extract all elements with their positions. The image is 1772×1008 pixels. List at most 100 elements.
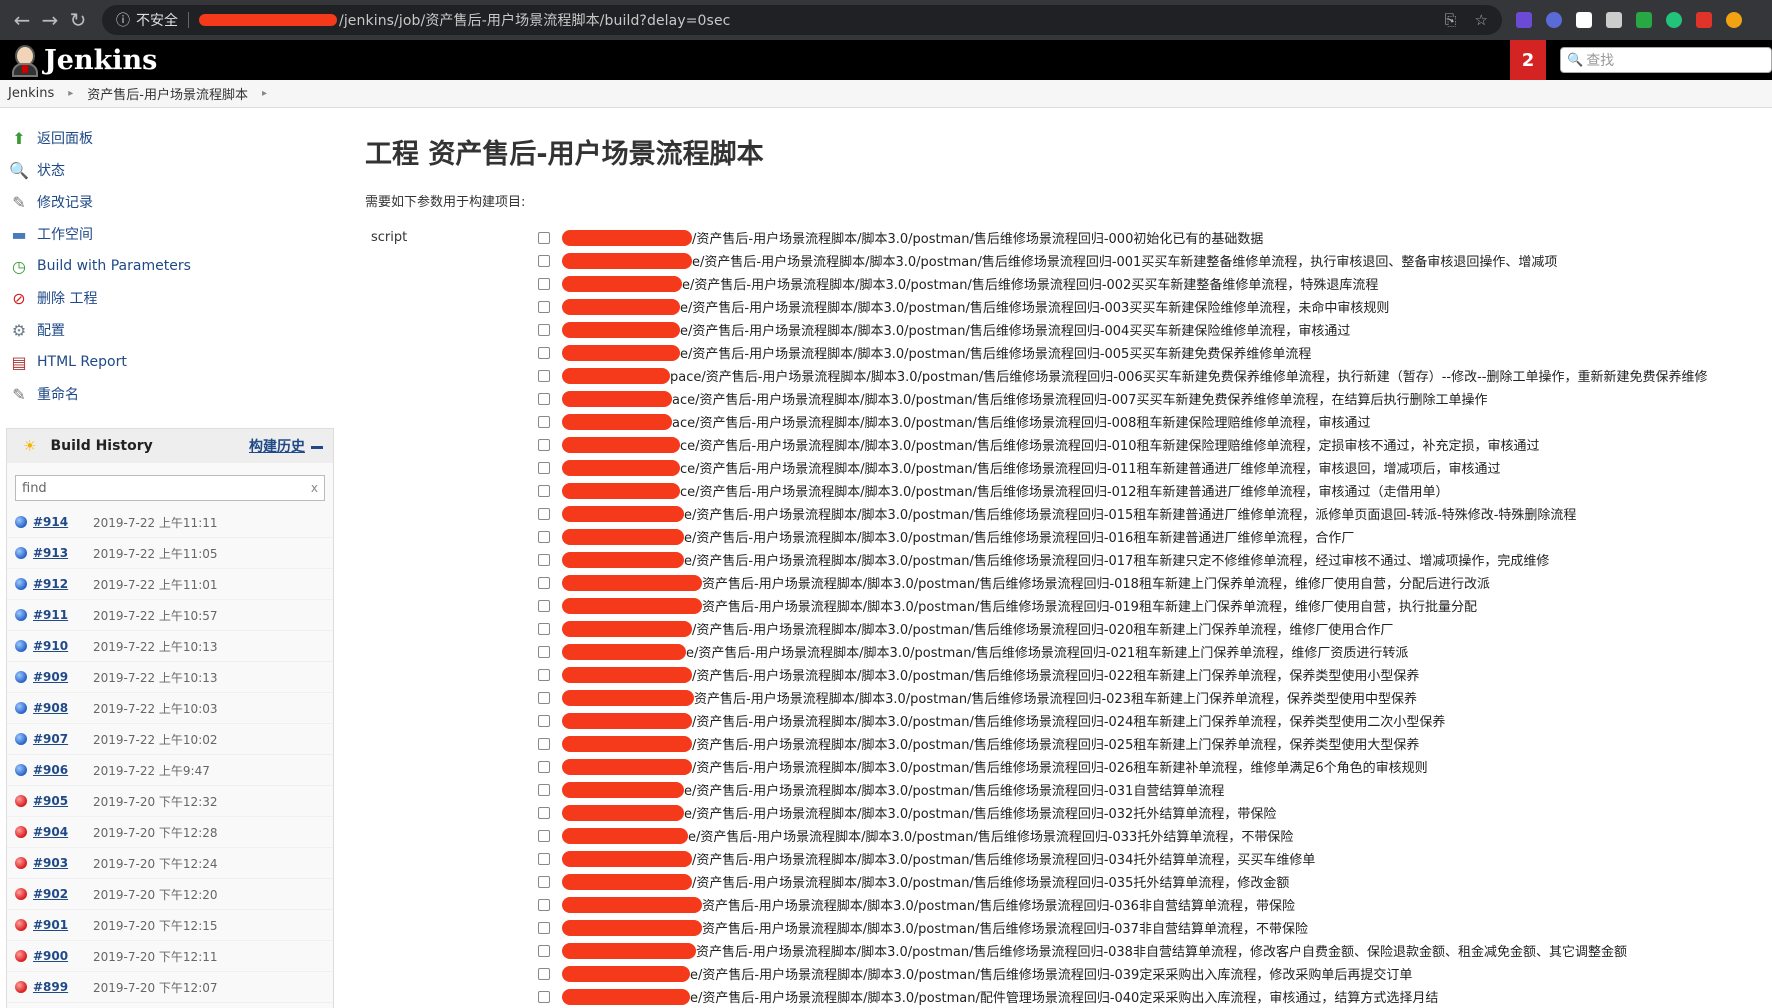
script-option[interactable]: /资产售后-用户场景流程脚本/脚本3.0/postman/售后维修场景流程回归-… xyxy=(538,755,1707,778)
sidebar-item[interactable]: ⊘ 删除 工程 xyxy=(0,282,335,314)
reload-icon[interactable]: ↻ xyxy=(64,6,92,34)
script-checkbox[interactable] xyxy=(538,714,550,727)
script-checkbox[interactable] xyxy=(538,507,550,520)
script-option[interactable]: e/资产售后-用户场景流程脚本/脚本3.0/postman/售后维修场景流程回归… xyxy=(538,341,1707,364)
build-status-icon[interactable] xyxy=(15,981,27,993)
jenkins-logo[interactable]: Jenkins xyxy=(10,43,157,77)
script-option[interactable]: ce/资产售后-用户场景流程脚本/脚本3.0/postman/售后维修场景流程回… xyxy=(538,433,1707,456)
build-status-icon[interactable] xyxy=(15,733,27,745)
bookmark-star-icon[interactable]: ☆ xyxy=(1475,11,1488,29)
chevron-right-icon[interactable]: ▸ xyxy=(262,88,267,99)
script-option[interactable]: e/资产售后-用户场景流程脚本/脚本3.0/postman/配件管理场景流程回归… xyxy=(538,985,1707,1008)
script-option[interactable]: /资产售后-用户场景流程脚本/脚本3.0/postman/售后维修场景流程回归-… xyxy=(538,870,1707,893)
script-option[interactable]: e/资产售后-用户场景流程脚本/脚本3.0/postman/售后维修场景流程回归… xyxy=(538,318,1707,341)
script-checkbox[interactable] xyxy=(538,553,550,566)
build-number-link[interactable]: #907 xyxy=(33,732,93,746)
build-status-icon[interactable] xyxy=(15,764,27,776)
script-checkbox[interactable] xyxy=(538,392,550,405)
script-option[interactable]: e/资产售后-用户场景流程脚本/脚本3.0/postman/售后维修场景流程回归… xyxy=(538,502,1707,525)
script-checkbox[interactable] xyxy=(538,806,550,819)
build-status-icon[interactable] xyxy=(15,919,27,931)
script-option[interactable]: e/资产售后-用户场景流程脚本/脚本3.0/postman/售后维修场景流程回归… xyxy=(538,824,1707,847)
script-option[interactable]: e/资产售后-用户场景流程脚本/脚本3.0/postman/售后维修场景流程回归… xyxy=(538,640,1707,663)
script-option[interactable]: e/资产售后-用户场景流程脚本/脚本3.0/postman/售后维修场景流程回归… xyxy=(538,778,1707,801)
script-checkbox[interactable] xyxy=(538,369,550,382)
extension-icon[interactable] xyxy=(1606,12,1622,28)
sidebar-item[interactable]: ⚙ 配置 xyxy=(0,314,335,346)
build-number-link[interactable]: #914 xyxy=(33,515,93,529)
build-number-link[interactable]: #899 xyxy=(33,980,93,994)
build-status-icon[interactable] xyxy=(15,547,27,559)
sidebar-item[interactable]: 🔍 状态 xyxy=(0,154,335,186)
script-checkbox[interactable] xyxy=(538,438,550,451)
build-number-link[interactable]: #912 xyxy=(33,577,93,591)
forward-arrow-icon[interactable]: → xyxy=(36,6,64,34)
build-number-link[interactable]: #904 xyxy=(33,825,93,839)
build-number-link[interactable]: #905 xyxy=(33,794,93,808)
script-checkbox[interactable] xyxy=(538,967,550,980)
script-checkbox[interactable] xyxy=(538,415,550,428)
script-checkbox[interactable] xyxy=(538,645,550,658)
script-option[interactable]: pace/资产售后-用户场景流程脚本/脚本3.0/postman/售后维修场景流… xyxy=(538,364,1707,387)
build-status-icon[interactable] xyxy=(15,578,27,590)
script-checkbox[interactable] xyxy=(538,668,550,681)
info-icon[interactable]: ⓘ xyxy=(116,10,130,30)
breadcrumb-item-jenkins[interactable]: Jenkins xyxy=(8,86,54,101)
script-checkbox[interactable] xyxy=(538,231,550,244)
build-number-link[interactable]: #900 xyxy=(33,949,93,963)
sidebar-item[interactable]: ▬ 工作空间 xyxy=(0,218,335,250)
script-option[interactable]: /资产售后-用户场景流程脚本/脚本3.0/postman/售后维修场景流程回归-… xyxy=(538,226,1707,249)
build-filter-input[interactable]: find x xyxy=(15,475,325,501)
extension-icon[interactable] xyxy=(1576,12,1592,28)
build-trend-link[interactable]: 构建历史 xyxy=(249,436,323,456)
script-checkbox[interactable] xyxy=(538,323,550,336)
extension-icon[interactable] xyxy=(1666,12,1682,28)
script-checkbox[interactable] xyxy=(538,254,550,267)
script-checkbox[interactable] xyxy=(538,622,550,635)
script-option[interactable]: e/资产售后-用户场景流程脚本/脚本3.0/postman/售后维修场景流程回归… xyxy=(538,962,1707,985)
script-option[interactable]: /资产售后-用户场景流程脚本/脚本3.0/postman/售后维修场景流程回归-… xyxy=(538,663,1707,686)
script-option[interactable]: ce/资产售后-用户场景流程脚本/脚本3.0/postman/售后维修场景流程回… xyxy=(538,479,1707,502)
script-checkbox[interactable] xyxy=(538,852,550,865)
build-status-icon[interactable] xyxy=(15,795,27,807)
script-checkbox[interactable] xyxy=(538,530,550,543)
script-option[interactable]: e/资产售后-用户场景流程脚本/脚本3.0/postman/售后维修场景流程回归… xyxy=(538,272,1707,295)
script-option[interactable]: /资产售后-用户场景流程脚本/脚本3.0/postman/售后维修场景流程回归-… xyxy=(538,709,1707,732)
script-option[interactable]: e/资产售后-用户场景流程脚本/脚本3.0/postman/售后维修场景流程回归… xyxy=(538,295,1707,318)
script-option[interactable]: ace/资产售后-用户场景流程脚本/脚本3.0/postman/售后维修场景流程… xyxy=(538,410,1707,433)
notification-badge[interactable]: 2 xyxy=(1510,40,1546,80)
build-status-icon[interactable] xyxy=(15,516,27,528)
address-bar[interactable]: ⓘ 不安全 /jenkins/job/资产售后-用户场景流程脚本/build?d… xyxy=(102,5,1502,35)
script-checkbox[interactable] xyxy=(538,599,550,612)
script-option[interactable]: ce/资产售后-用户场景流程脚本/脚本3.0/postman/售后维修场景流程回… xyxy=(538,456,1707,479)
script-checkbox[interactable] xyxy=(538,875,550,888)
sidebar-item[interactable]: ▤ HTML Report xyxy=(0,346,335,378)
script-checkbox[interactable] xyxy=(538,346,550,359)
extension-icon[interactable] xyxy=(1696,12,1712,28)
build-number-link[interactable]: #908 xyxy=(33,701,93,715)
script-checkbox[interactable] xyxy=(538,898,550,911)
script-option[interactable]: /资产售后-用户场景流程脚本/脚本3.0/postman/售后维修场景流程回归-… xyxy=(538,617,1707,640)
script-option[interactable]: /资产售后-用户场景流程脚本/脚本3.0/postman/售后维修场景流程回归-… xyxy=(538,847,1707,870)
script-checkbox[interactable] xyxy=(538,921,550,934)
extension-icon[interactable] xyxy=(1516,12,1532,28)
build-number-link[interactable]: #901 xyxy=(33,918,93,932)
build-status-icon[interactable] xyxy=(15,702,27,714)
script-option[interactable]: 资产售后-用户场景流程脚本/脚本3.0/postman/售后维修场景流程回归-0… xyxy=(538,686,1707,709)
build-number-link[interactable]: #906 xyxy=(33,763,93,777)
script-checkbox[interactable] xyxy=(538,461,550,474)
script-checkbox[interactable] xyxy=(538,300,550,313)
script-option[interactable]: e/资产售后-用户场景流程脚本/脚本3.0/postman/售后维修场景流程回归… xyxy=(538,525,1707,548)
breadcrumb-item-job[interactable]: 资产售后-用户场景流程脚本 xyxy=(87,84,248,103)
build-status-icon[interactable] xyxy=(15,950,27,962)
build-status-icon[interactable] xyxy=(15,640,27,652)
script-checkbox[interactable] xyxy=(538,829,550,842)
build-status-icon[interactable] xyxy=(15,857,27,869)
search-input[interactable]: 🔍 查找 xyxy=(1560,47,1772,73)
script-option[interactable]: e/资产售后-用户场景流程脚本/脚本3.0/postman/售后维修场景流程回归… xyxy=(538,801,1707,824)
translate-icon[interactable]: ⎘ xyxy=(1445,11,1457,29)
build-number-link[interactable]: #909 xyxy=(33,670,93,684)
sidebar-item[interactable]: ✎ 重命名 xyxy=(0,378,335,410)
script-checkbox[interactable] xyxy=(538,760,550,773)
build-number-link[interactable]: #903 xyxy=(33,856,93,870)
